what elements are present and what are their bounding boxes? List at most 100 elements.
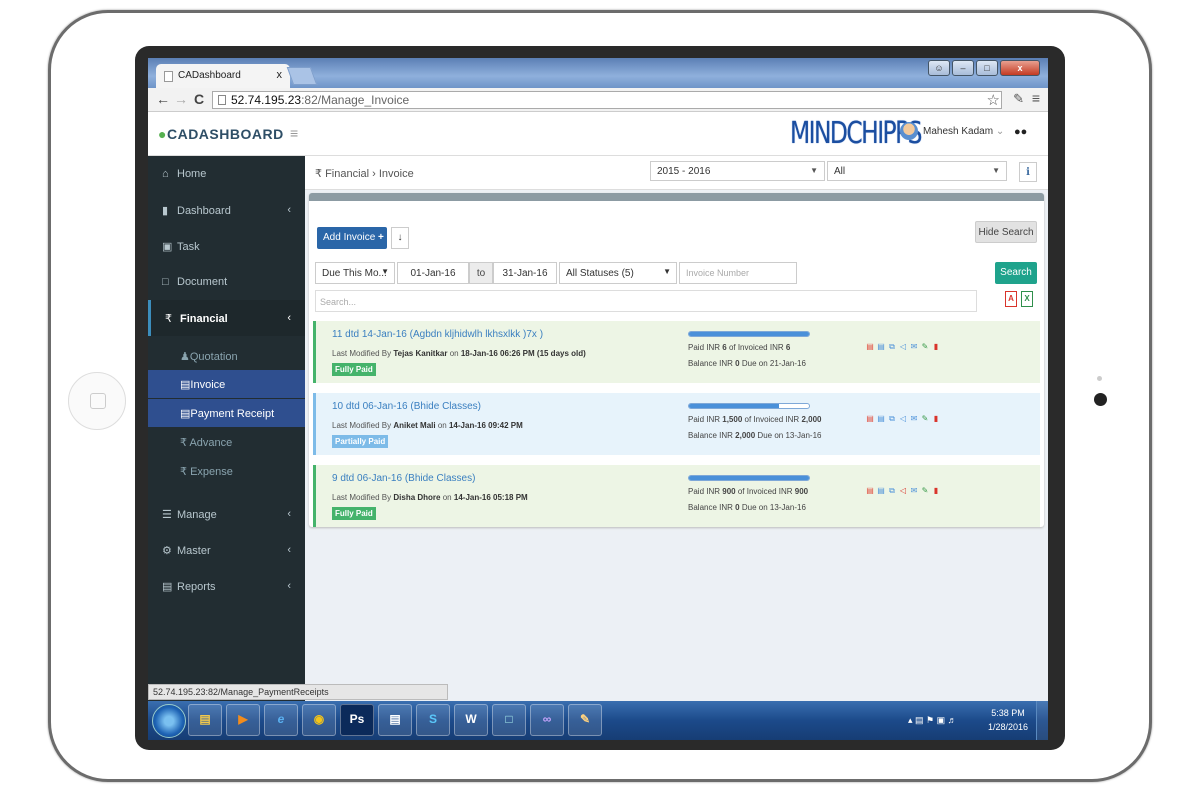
- minimize-button[interactable]: –: [952, 60, 974, 76]
- delete-icon[interactable]: ▮: [932, 486, 940, 495]
- invoice-title[interactable]: 9 dtd 06-Jan-16 (Bhide Classes): [332, 473, 475, 484]
- page-icon: [164, 71, 173, 82]
- sidebar-item-master[interactable]: ⚙ Master ‹: [148, 532, 305, 568]
- visual-studio-icon[interactable]: ∞: [530, 704, 564, 736]
- email-icon[interactable]: ✉: [910, 342, 918, 351]
- due-select[interactable]: Due This Mo... ▼: [315, 262, 395, 284]
- add-invoice-button[interactable]: Add Invoice +: [317, 227, 387, 249]
- sidebar-item-home[interactable]: ⌂ Home: [148, 156, 305, 192]
- reload-icon[interactable]: C: [194, 91, 204, 107]
- sidebar-sub-payment-receipt[interactable]: ▤Payment Receipt: [148, 399, 305, 427]
- sidebar-item-manage[interactable]: ☰ Manage ‹: [148, 496, 305, 532]
- invoice-row[interactable]: 11 dtd 14-Jan-16 (Agbdn kljhidwlh lkhsxl…: [313, 321, 1040, 383]
- word-icon[interactable]: W: [454, 704, 488, 736]
- export-excel-icon[interactable]: X: [1021, 291, 1033, 307]
- file-icon[interactable]: ▤: [877, 342, 885, 351]
- share-icon[interactable]: ◁: [899, 486, 907, 495]
- info-button[interactable]: i: [1019, 162, 1037, 182]
- email-icon[interactable]: ✉: [910, 486, 918, 495]
- search-input[interactable]: Search...: [315, 290, 977, 312]
- sort-icon: ↓: [397, 232, 403, 243]
- hamburger-icon[interactable]: ≡: [290, 125, 298, 141]
- from-date-input[interactable]: 01-Jan-16: [397, 262, 469, 284]
- photoshop-icon[interactable]: Ps: [340, 704, 374, 736]
- paint-icon[interactable]: ✎: [568, 704, 602, 736]
- system-tray[interactable]: ▴ ▤ ⚑ ▣ ♬: [908, 715, 957, 726]
- url-input[interactable]: 52.74.195.23:82/Manage_Invoice: [212, 91, 1002, 109]
- sidebar-item-document[interactable]: □ Document: [148, 264, 305, 300]
- new-tab-button[interactable]: [286, 67, 318, 85]
- invoice-title[interactable]: 10 dtd 06-Jan-16 (Bhide Classes): [332, 401, 481, 412]
- share-icon[interactable]: ◁: [899, 342, 907, 351]
- start-button[interactable]: [152, 704, 186, 738]
- file-icon[interactable]: ▤: [877, 414, 885, 423]
- bar-chart-icon: ▮: [162, 205, 169, 217]
- back-icon[interactable]: ←: [156, 91, 170, 107]
- invoice-panel: Add Invoice + ↓ Hide Search Due This Mo.…: [309, 193, 1044, 527]
- app-logo[interactable]: ●CADASHBOARD: [158, 126, 284, 142]
- windows-explorer-icon[interactable]: ▤: [188, 704, 222, 736]
- sidebar-sub-expense[interactable]: ₹ Expense: [148, 457, 305, 485]
- year-select[interactable]: 2015 - 2016 ▼: [650, 161, 825, 181]
- copy-icon[interactable]: ⧉: [888, 414, 896, 423]
- forward-icon[interactable]: →: [174, 91, 188, 107]
- pdf-icon[interactable]: ▤: [866, 342, 874, 351]
- delete-icon[interactable]: ▮: [932, 342, 940, 351]
- copy-icon[interactable]: ⧉: [888, 342, 896, 351]
- ie-icon[interactable]: e: [264, 704, 298, 736]
- email-icon[interactable]: ✉: [910, 414, 918, 423]
- pdf-icon[interactable]: ▤: [866, 414, 874, 423]
- close-button[interactable]: x: [1000, 60, 1040, 76]
- sidebar-sub-invoice[interactable]: ▤Invoice: [148, 370, 305, 398]
- avatar[interactable]: [900, 122, 918, 140]
- balance-info: Balance INR 0 Due on 13-Jan-16: [688, 503, 806, 512]
- pdf-icon[interactable]: ▤: [866, 486, 874, 495]
- to-date-input[interactable]: 31-Jan-16: [493, 262, 557, 284]
- share-icon[interactable]: ◁: [899, 414, 907, 423]
- file-icon: ▤: [180, 408, 191, 420]
- user-menu[interactable]: Mahesh Kadam ⌄: [923, 126, 1004, 137]
- invoice-title[interactable]: 11 dtd 14-Jan-16 (Agbdn kljhidwlh lkhsxl…: [332, 329, 543, 340]
- browser-status-bar: 52.74.195.23:82/Manage_PaymentReceipts: [148, 684, 448, 700]
- delete-icon[interactable]: ▮: [932, 414, 940, 423]
- menu-icon[interactable]: ≡: [1032, 90, 1040, 106]
- edit-icon[interactable]: ✎: [921, 414, 929, 423]
- edit-icon[interactable]: ✎: [921, 342, 929, 351]
- scope-select[interactable]: All ▼: [827, 161, 1007, 181]
- copy-icon[interactable]: ⧉: [888, 486, 896, 495]
- skype-icon[interactable]: S: [416, 704, 450, 736]
- chat-icon[interactable]: ●●: [1014, 126, 1027, 138]
- sidebar-item-reports[interactable]: ▤ Reports ‹: [148, 568, 305, 604]
- status-select[interactable]: All Statuses (5) ▼: [559, 262, 677, 284]
- sidebar-item-task[interactable]: ▣ Task: [148, 228, 305, 264]
- extension-icon[interactable]: ✎: [1013, 91, 1024, 107]
- invoice-number-input[interactable]: Invoice Number: [679, 262, 797, 284]
- chrome-icon[interactable]: ◉: [302, 704, 336, 736]
- media-player-icon[interactable]: ▶: [226, 704, 260, 736]
- invoice-row[interactable]: 10 dtd 06-Jan-16 (Bhide Classes) Last Mo…: [313, 393, 1040, 455]
- row-actions: ▤ ▤ ⧉ ◁ ✉ ✎ ▮: [866, 342, 940, 351]
- browser-tab[interactable]: CADashboard x: [156, 64, 290, 88]
- sort-button[interactable]: ↓: [391, 227, 409, 249]
- sidebar-sub-quotation[interactable]: ♟Quotation: [148, 342, 305, 370]
- gear-icon: ⚙: [162, 545, 172, 557]
- user-icon[interactable]: ☺: [928, 60, 950, 76]
- export-pdf-icon[interactable]: A: [1005, 291, 1017, 307]
- file-icon[interactable]: ▤: [877, 486, 885, 495]
- sidebar-item-financial[interactable]: ₹ Financial ‹: [148, 300, 305, 336]
- maximize-button[interactable]: □: [976, 60, 998, 76]
- hide-search-button[interactable]: Hide Search: [975, 221, 1037, 243]
- invoice-row[interactable]: 9 dtd 06-Jan-16 (Bhide Classes) Last Mod…: [313, 465, 1040, 527]
- sidebar-item-dashboard[interactable]: ▮ Dashboard ‹: [148, 192, 305, 228]
- clock[interactable]: 5:38 PM 1/28/2016: [988, 706, 1028, 734]
- notepad-icon[interactable]: □: [492, 704, 526, 736]
- modified-info: Last Modified By Aniket Mali on 14-Jan-1…: [332, 421, 523, 430]
- status-badge: Partially Paid: [332, 435, 389, 448]
- tab-close-icon[interactable]: x: [277, 69, 283, 81]
- show-desktop-button[interactable]: [1036, 701, 1048, 740]
- edit-icon[interactable]: ✎: [921, 486, 929, 495]
- bookmark-star-icon[interactable]: ☆: [987, 91, 1000, 109]
- search-button[interactable]: Search: [995, 262, 1037, 284]
- cmd-icon[interactable]: ▤: [378, 704, 412, 736]
- sidebar-sub-advance[interactable]: ₹ Advance: [148, 428, 305, 456]
